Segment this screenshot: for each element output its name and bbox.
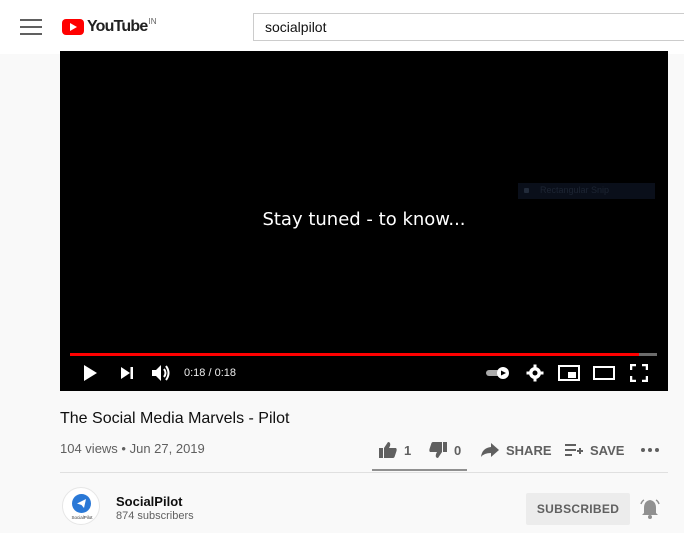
bell-icon	[640, 499, 660, 519]
video-title: The Social Media Marvels - Pilot	[60, 410, 290, 427]
dislike-button[interactable]: 0	[428, 439, 461, 461]
thumbs-down-icon	[429, 442, 447, 458]
volume-icon	[152, 365, 170, 381]
video-player[interactable]: Stay tuned - to know... Rectangular Snip…	[60, 51, 668, 391]
region-label: IN	[148, 16, 157, 26]
thumbs-up-icon	[379, 442, 397, 458]
like-count: 1	[404, 442, 412, 458]
play-button[interactable]	[80, 363, 100, 383]
youtube-logo[interactable]: YouTube IN	[62, 16, 156, 38]
theater-mode-button[interactable]	[593, 363, 615, 383]
share-icon	[481, 443, 499, 457]
subscriber-count: 874 subscribers	[116, 510, 194, 522]
snip-overlay-label: Rectangular Snip	[540, 185, 610, 195]
channel-name[interactable]: SocialPilot	[116, 494, 182, 509]
snip-icon	[524, 188, 529, 193]
video-meta: 104 views • Jun 27, 2019	[60, 441, 205, 456]
notification-bell-button[interactable]	[640, 498, 662, 520]
gear-icon	[526, 364, 544, 382]
socialpilot-logo-icon	[72, 494, 91, 513]
play-icon	[84, 365, 97, 381]
autoplay-toggle[interactable]	[484, 363, 512, 383]
youtube-play-icon	[62, 19, 84, 35]
progress-fill	[70, 353, 640, 356]
like-ratio-bar	[372, 469, 467, 471]
save-button[interactable]: SAVE	[564, 439, 624, 461]
divider	[60, 472, 668, 473]
miniplayer-button[interactable]	[558, 363, 580, 383]
more-actions-button[interactable]	[640, 439, 666, 461]
snip-overlay: Rectangular Snip	[518, 183, 655, 199]
dislike-count: 0	[454, 442, 462, 458]
fullscreen-button[interactable]	[629, 363, 649, 383]
logo-text: YouTube	[87, 18, 148, 35]
save-label: SAVE	[590, 442, 625, 458]
autoplay-icon	[486, 367, 509, 379]
progress-bar[interactable]	[70, 353, 657, 356]
video-caption: Stay tuned - to know...	[262, 209, 466, 230]
menu-icon[interactable]	[20, 19, 42, 35]
settings-button[interactable]	[525, 363, 545, 383]
skip-next-icon	[121, 367, 133, 379]
top-bar: YouTube IN socialpilot	[0, 0, 684, 54]
share-button[interactable]: SHARE	[480, 439, 552, 461]
subscribed-button[interactable]: SUBSCRIBED	[526, 493, 630, 525]
search-input[interactable]: socialpilot	[253, 13, 684, 41]
time-display: 0:18 / 0:18	[184, 367, 236, 379]
share-label: SHARE	[506, 442, 552, 458]
more-horizontal-icon	[641, 448, 659, 452]
playlist-add-icon	[565, 444, 583, 456]
channel-avatar[interactable]: SocialPilot	[62, 487, 100, 525]
miniplayer-icon	[558, 365, 580, 381]
theater-icon	[593, 366, 615, 380]
volume-button[interactable]	[150, 363, 172, 383]
next-button[interactable]	[118, 363, 136, 383]
fullscreen-icon	[630, 364, 648, 382]
like-button[interactable]: 1	[378, 439, 411, 461]
avatar-logo-text: SocialPilot	[71, 515, 93, 520]
